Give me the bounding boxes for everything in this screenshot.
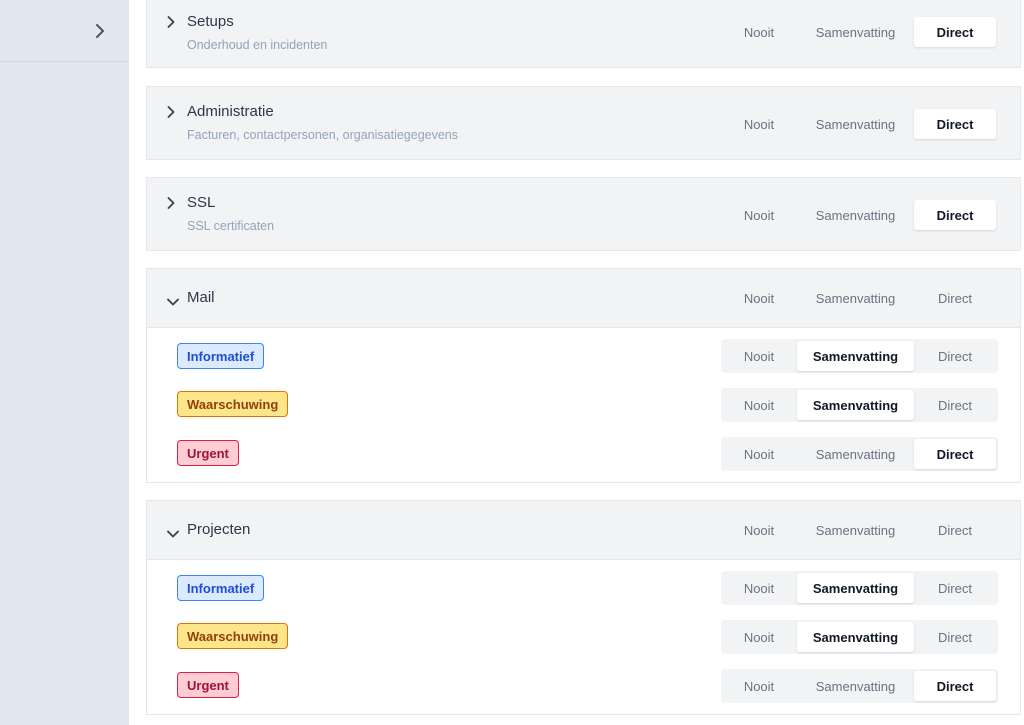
severity-badge-warning: Waarschuwing <box>177 391 289 417</box>
option-summary[interactable]: Samenvatting <box>797 671 914 701</box>
severity-badge-urgent: Urgent <box>177 440 239 466</box>
option-never[interactable]: Nooit <box>721 390 797 420</box>
option-direct[interactable]: Direct <box>914 17 996 47</box>
frequency-selector: Nooit Samenvatting Direct <box>721 571 998 605</box>
section-projecten-header[interactable]: Projecten Nooit Samenvatting Direct <box>147 501 1020 560</box>
chevron-down-icon <box>167 525 179 543</box>
section-mail-header[interactable]: Mail Nooit Samenvatting Direct <box>147 269 1020 328</box>
option-never[interactable]: Nooit <box>721 622 797 652</box>
frequency-selector: Nooit Samenvatting Direct <box>721 281 998 315</box>
option-summary[interactable]: Samenvatting <box>797 573 914 603</box>
option-never[interactable]: Nooit <box>721 17 797 47</box>
section-title: Projecten <box>187 521 251 538</box>
option-never[interactable]: Nooit <box>721 439 797 469</box>
frequency-selector: Nooit Samenvatting Direct <box>721 388 998 422</box>
severity-badge-urgent: Urgent <box>177 672 239 698</box>
list-item: Waarschuwing Nooit Samenvatting Direct <box>147 613 1020 662</box>
option-direct[interactable]: Direct <box>914 439 996 469</box>
section-setups-header[interactable]: Setups Onderhoud en incidenten Nooit Sam… <box>147 0 1020 69</box>
chevron-right-icon <box>95 23 105 38</box>
option-direct[interactable]: Direct <box>914 573 996 603</box>
section-projecten: Projecten Nooit Samenvatting Direct Info… <box>146 500 1021 715</box>
option-summary[interactable]: Samenvatting <box>797 390 914 420</box>
frequency-selector: Nooit Samenvatting Direct <box>721 339 998 373</box>
option-direct[interactable]: Direct <box>914 283 996 313</box>
severity-badge-info: Informatief <box>177 575 265 601</box>
sidebar <box>0 0 129 725</box>
option-never[interactable]: Nooit <box>721 200 797 230</box>
option-summary[interactable]: Samenvatting <box>797 622 914 652</box>
severity-badge-warning: Waarschuwing <box>177 623 289 649</box>
frequency-selector: Nooit Samenvatting Direct <box>721 669 998 703</box>
section-subtitle: Facturen, contactpersonen, organisatiege… <box>187 128 459 142</box>
list-item: Informatief Nooit Samenvatting Direct <box>147 564 1020 613</box>
option-direct[interactable]: Direct <box>914 671 996 701</box>
option-summary[interactable]: Samenvatting <box>797 515 914 545</box>
section-title: SSL <box>187 194 216 211</box>
option-direct[interactable]: Direct <box>914 622 996 652</box>
option-never[interactable]: Nooit <box>721 341 797 371</box>
option-never[interactable]: Nooit <box>721 671 797 701</box>
chevron-right-icon <box>167 15 175 33</box>
frequency-selector: Nooit Samenvatting Direct <box>721 198 998 232</box>
section-mail: Mail Nooit Samenvatting Direct Informati… <box>146 268 1021 483</box>
list-item: Waarschuwing Nooit Samenvatting Direct <box>147 381 1020 430</box>
sidebar-expand-button[interactable] <box>0 0 129 62</box>
option-summary[interactable]: Samenvatting <box>797 439 914 469</box>
option-never[interactable]: Nooit <box>721 283 797 313</box>
section-ssl-header[interactable]: SSL SSL certificaten Nooit Samenvatting … <box>147 178 1020 252</box>
section-title: Setups <box>187 13 234 30</box>
option-direct[interactable]: Direct <box>914 390 996 420</box>
option-never[interactable]: Nooit <box>721 109 797 139</box>
option-summary[interactable]: Samenvatting <box>797 200 914 230</box>
option-never[interactable]: Nooit <box>721 573 797 603</box>
list-item: Urgent Nooit Samenvatting Direct <box>147 662 1020 711</box>
chevron-right-icon <box>167 196 175 214</box>
chevron-right-icon <box>167 105 175 123</box>
option-summary[interactable]: Samenvatting <box>797 17 914 47</box>
option-direct[interactable]: Direct <box>914 515 996 545</box>
list-item: Informatief Nooit Samenvatting Direct <box>147 332 1020 381</box>
section-title: Administratie <box>187 103 274 120</box>
option-summary[interactable]: Samenvatting <box>797 283 914 313</box>
frequency-selector: Nooit Samenvatting Direct <box>721 620 998 654</box>
chevron-down-icon <box>167 293 179 311</box>
option-never[interactable]: Nooit <box>721 515 797 545</box>
section-title: Mail <box>187 289 215 306</box>
option-direct[interactable]: Direct <box>914 200 996 230</box>
frequency-selector: Nooit Samenvatting Direct <box>721 437 998 471</box>
list-item: Urgent Nooit Samenvatting Direct <box>147 430 1020 479</box>
frequency-selector: Nooit Samenvatting Direct <box>721 513 998 547</box>
section-administratie: Administratie Facturen, contactpersonen,… <box>146 86 1021 160</box>
option-summary[interactable]: Samenvatting <box>797 109 914 139</box>
option-direct[interactable]: Direct <box>914 109 996 139</box>
section-setups: Setups Onderhoud en incidenten Nooit Sam… <box>146 0 1021 68</box>
section-subtitle: Onderhoud en incidenten <box>187 38 328 52</box>
frequency-selector: Nooit Samenvatting Direct <box>721 15 998 49</box>
severity-badge-info: Informatief <box>177 343 265 369</box>
section-administratie-header[interactable]: Administratie Facturen, contactpersonen,… <box>147 87 1020 161</box>
frequency-selector: Nooit Samenvatting Direct <box>721 107 998 141</box>
option-summary[interactable]: Samenvatting <box>797 341 914 371</box>
section-subtitle: SSL certificaten <box>187 219 275 233</box>
option-direct[interactable]: Direct <box>914 341 996 371</box>
section-ssl: SSL SSL certificaten Nooit Samenvatting … <box>146 177 1021 251</box>
